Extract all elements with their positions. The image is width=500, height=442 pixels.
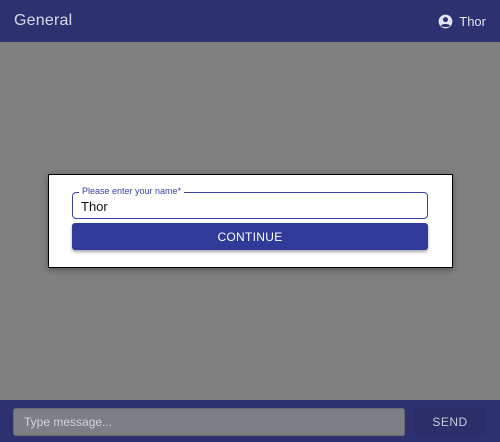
account-circle-icon xyxy=(438,14,453,29)
name-field: Please enter your name* xyxy=(72,185,428,219)
message-composer: SEND xyxy=(0,400,500,442)
page-title: General xyxy=(14,12,73,29)
name-field-label: Please enter your name* xyxy=(79,185,185,197)
name-input[interactable] xyxy=(81,197,411,215)
name-dialog: Please enter your name* CONTINUE xyxy=(48,174,453,268)
user-name: Thor xyxy=(459,13,486,29)
user-menu[interactable]: Thor xyxy=(438,14,486,29)
continue-button[interactable]: CONTINUE xyxy=(72,223,428,250)
message-input[interactable] xyxy=(13,408,405,436)
send-button[interactable]: SEND xyxy=(414,408,486,436)
app-bar: General Thor xyxy=(0,0,500,42)
